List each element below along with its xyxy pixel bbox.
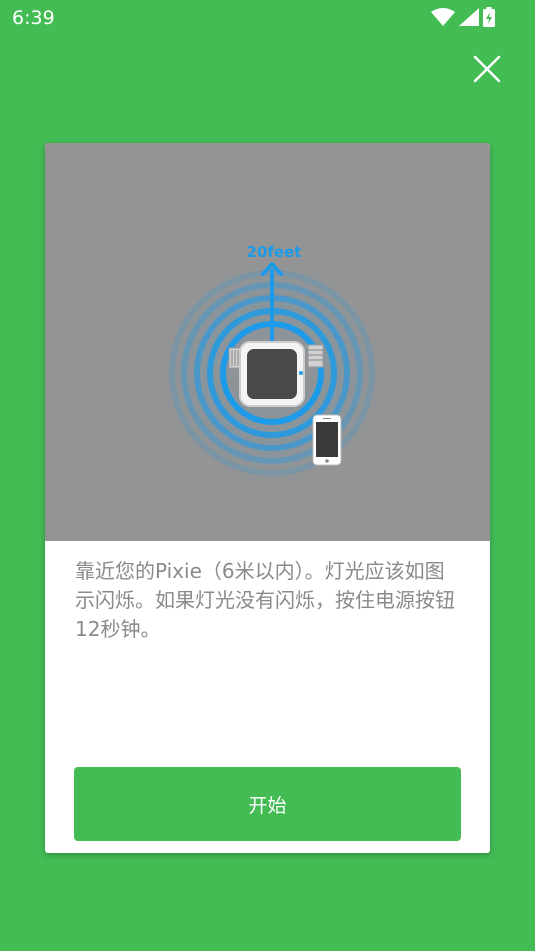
status-icons bbox=[431, 7, 495, 27]
close-icon bbox=[473, 55, 501, 83]
illustration: 20feet bbox=[45, 143, 490, 541]
cellular-signal-icon bbox=[459, 8, 479, 26]
status-bar: 6:39 bbox=[0, 0, 535, 36]
battery-charging-icon bbox=[483, 7, 495, 27]
smartphone-icon bbox=[312, 414, 342, 466]
status-time: 6:39 bbox=[12, 7, 55, 29]
instruction-card: 20feet 靠近您的Pixie（6米以内）。灯光应该如图示闪烁。如果灯光没有闪… bbox=[45, 143, 490, 853]
start-button-label: 开始 bbox=[248, 794, 287, 817]
instruction-text: 靠近您的Pixie（6米以内）。灯光应该如图示闪烁。如果灯光没有闪烁，按住电源按… bbox=[75, 559, 455, 641]
illustration-graphic: 20feet bbox=[160, 243, 384, 485]
start-button[interactable]: 开始 bbox=[74, 767, 461, 841]
distance-label: 20feet bbox=[247, 243, 302, 261]
close-button[interactable] bbox=[468, 50, 506, 88]
wifi-icon bbox=[431, 8, 455, 26]
